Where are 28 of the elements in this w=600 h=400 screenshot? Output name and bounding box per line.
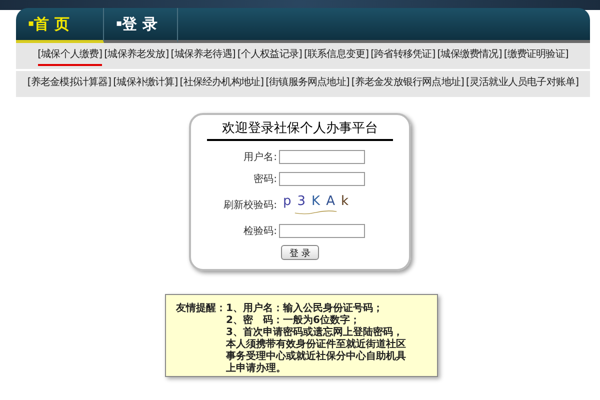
submenu-link[interactable]: [养老金模拟计算器]	[27, 74, 112, 94]
notice-item: 1、用户名：输入公民身份证号码；	[226, 303, 384, 314]
submenu-link[interactable]: [街镇服务网点地址]	[266, 74, 350, 94]
login-title: 欢迎登录社保个人办事平台	[207, 119, 393, 141]
code-label: 检验码:	[242, 224, 277, 238]
submenu-link[interactable]: [养老金发放银行网点地址]	[351, 74, 464, 94]
login-button[interactable]: 登 录	[280, 245, 320, 260]
captcha-refresh-label[interactable]: 刷新校验码:	[221, 198, 277, 212]
captcha-image[interactable]: p 3 K A k	[281, 194, 351, 216]
notice-item: 2、密 码：一般为6位数字；	[226, 315, 361, 326]
submenu-link[interactable]: [城保个人缴费]	[38, 46, 102, 66]
submenu-link[interactable]: [缴费证明验证]	[504, 46, 568, 66]
submenu-link[interactable]: [城保补缴计算]	[113, 74, 178, 94]
notice-item: 3、首次申请密码或遗忘网上登陆密码，本人须携带有效身份证件至就近街道社区事务受理中心或就近社保分中心自助机具上申请办理。	[226, 327, 407, 375]
submenu-link[interactable]: [社保经办机构地址]	[180, 74, 264, 94]
submenu-link[interactable]: [城保养老待遇]	[170, 46, 236, 66]
submenu-link[interactable]: [个人权益记录]	[237, 46, 302, 66]
submenu-link[interactable]: [灵活就业人员电子对账单]	[466, 74, 579, 94]
submenu-link[interactable]: [联系信息变更]	[304, 46, 369, 66]
password-field[interactable]	[279, 172, 365, 186]
submenu-link[interactable]: [城保养老发放]	[104, 46, 169, 66]
submenu-link[interactable]: [城保缴费情况]	[437, 46, 502, 66]
password-label: 密码:	[252, 172, 277, 186]
code-field[interactable]	[279, 224, 365, 238]
username-field[interactable]	[279, 150, 365, 164]
submenu-link[interactable]: [跨省转移凭证]	[370, 46, 436, 66]
username-label: 用户名:	[242, 150, 277, 164]
notice-label: 友情提醒：	[176, 303, 226, 316]
